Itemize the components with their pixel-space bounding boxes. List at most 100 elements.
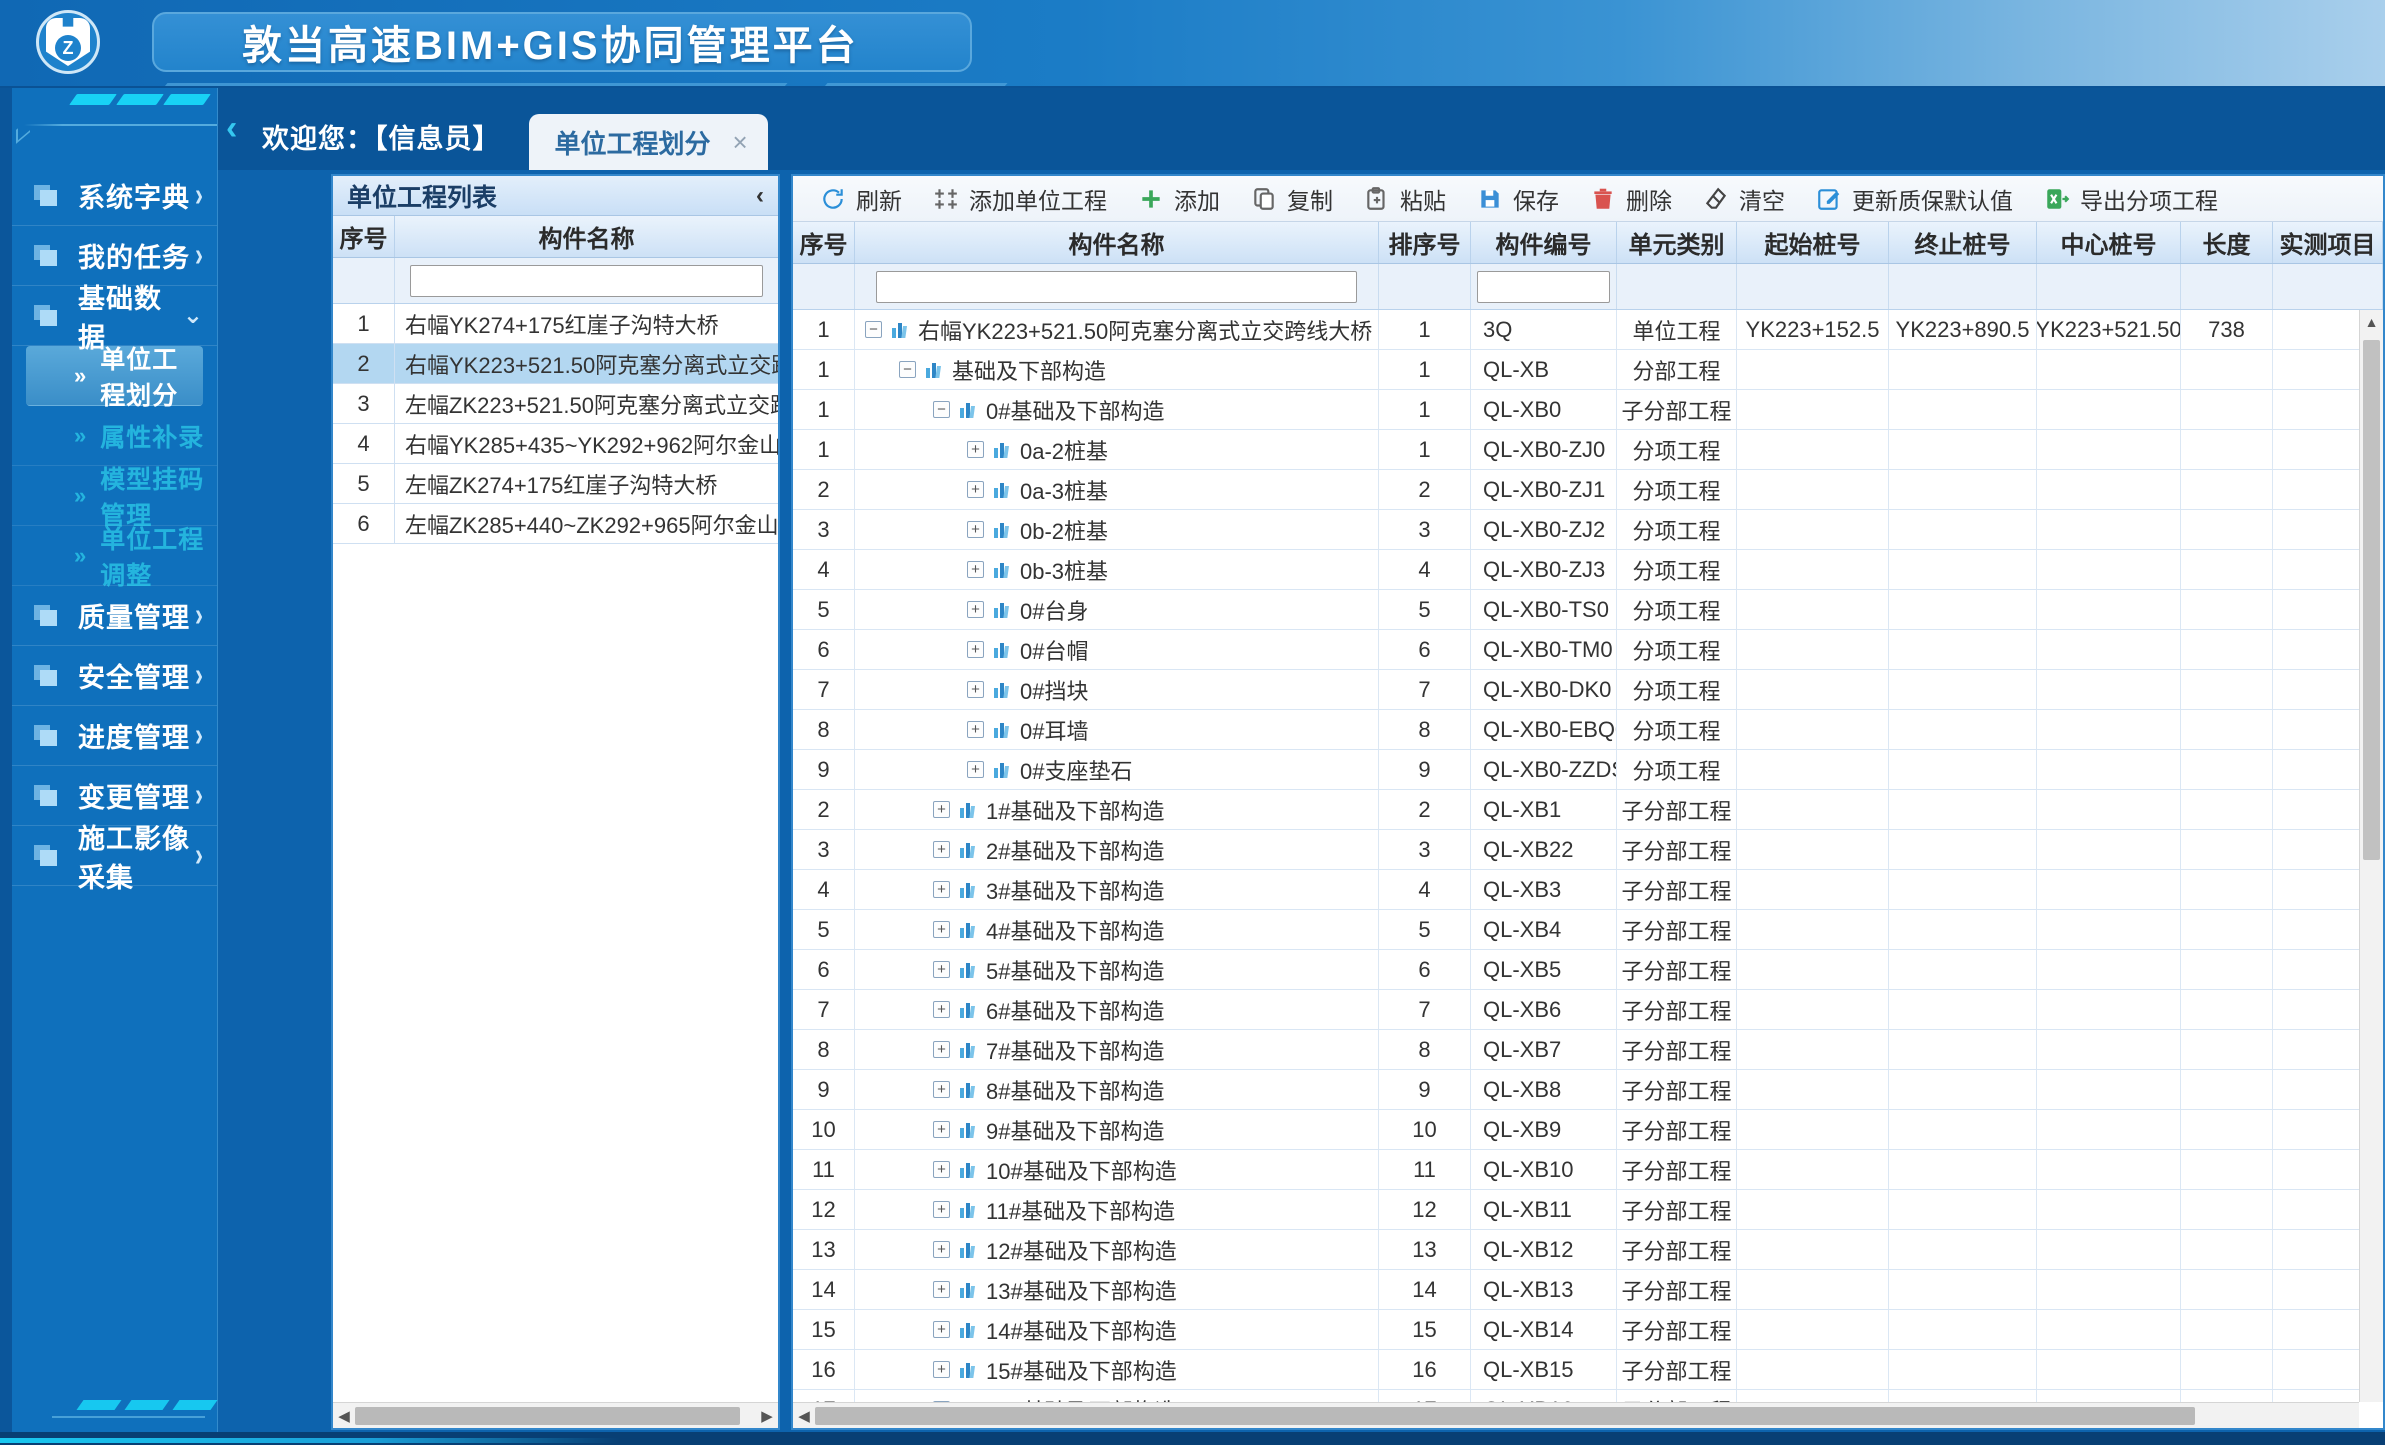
table-row[interactable]: 1−0#基础及下部构造1QL-XB0子分部工程 [793,390,2383,430]
table-row[interactable]: 17+16#基础及下部构造17QL-XB16子分部工程 [793,1390,2383,1402]
table-row[interactable]: 10+9#基础及下部构造10QL-XB9子分部工程 [793,1110,2383,1150]
expand-node-icon[interactable]: + [933,1081,950,1098]
table-row[interactable]: 9+8#基础及下部构造9QL-XB8子分部工程 [793,1070,2383,1110]
scroll-up-icon[interactable]: ▲ [2360,310,2383,334]
table-row[interactable]: 16+15#基础及下部构造16QL-XB15子分部工程 [793,1350,2383,1390]
expand-node-icon[interactable]: + [933,921,950,938]
panel-collapse-icon[interactable]: ‹ [756,182,764,210]
unit-list-row[interactable]: 5左幅ZK274+175红崖子沟特大桥 [333,464,778,504]
tab-unit-division[interactable]: 单位工程划分 × [529,114,768,170]
table-row[interactable]: 1−右幅YK223+521.50阿克塞分离式立交跨线大桥13Q单位工程YK223… [793,310,2383,350]
table-row[interactable]: 14+13#基础及下部构造14QL-XB13子分部工程 [793,1270,2383,1310]
unit-row-num: 6 [333,504,395,543]
unit-list-filter-input[interactable] [410,265,762,297]
sidebar-item-安全管理[interactable]: 安全管理› [12,646,217,706]
expand-node-icon[interactable]: + [933,1121,950,1138]
expand-node-icon[interactable]: + [967,481,984,498]
toolbar-button-保存[interactable]: 保存 [1464,178,1571,220]
scrollbar-thumb[interactable] [355,1407,740,1425]
table-row[interactable]: 8+7#基础及下部构造8QL-XB7子分部工程 [793,1030,2383,1070]
expand-node-icon[interactable]: + [967,561,984,578]
table-row[interactable]: 5+4#基础及下部构造5QL-XB4子分部工程 [793,910,2383,950]
sidebar-item-质量管理[interactable]: 质量管理› [12,586,217,646]
table-vscrollbar[interactable]: ▲ [2359,310,2383,1402]
expand-node-icon[interactable]: + [933,841,950,858]
table-row[interactable]: 9+0#支座垫石9QL-XB0-ZZDS0分项工程 [793,750,2383,790]
expand-node-icon[interactable]: + [967,521,984,538]
table-row[interactable]: 15+14#基础及下部构造15QL-XB14子分部工程 [793,1310,2383,1350]
toolbar-button-刷新[interactable]: 刷新 [807,178,914,220]
tab-close-icon[interactable]: × [733,127,748,158]
unit-list-row[interactable]: 3左幅ZK223+521.50阿克塞分离式立交跨线大桥 [333,384,778,424]
table-row[interactable]: 1+0a-2桩基1QL-XB0-ZJ0分项工程 [793,430,2383,470]
expand-node-icon[interactable]: + [933,1161,950,1178]
expand-node-icon[interactable]: + [933,1321,950,1338]
table-row[interactable]: 7+6#基础及下部构造7QL-XB6子分部工程 [793,990,2383,1030]
sidebar-subitem-属性补录[interactable]: »属性补录 [12,406,217,466]
table-row[interactable]: 2+1#基础及下部构造2QL-XB1子分部工程 [793,790,2383,830]
expand-node-icon[interactable]: + [933,1001,950,1018]
table-row[interactable]: 13+12#基础及下部构造13QL-XB12子分部工程 [793,1230,2383,1270]
toolbar-button-删除[interactable]: 删除 [1577,178,1684,220]
expand-node-icon[interactable]: + [933,801,950,818]
table-row[interactable]: 3+0b-2桩基3QL-XB0-ZJ2分项工程 [793,510,2383,550]
expand-node-icon[interactable]: + [967,681,984,698]
table-row[interactable]: 6+5#基础及下部构造6QL-XB5子分部工程 [793,950,2383,990]
table-row[interactable]: 12+11#基础及下部构造12QL-XB11子分部工程 [793,1190,2383,1230]
table-row[interactable]: 1−基础及下部构造1QL-XB分部工程 [793,350,2383,390]
toolbar-button-复制[interactable]: 复制 [1238,178,1345,220]
toolbar-button-粘贴[interactable]: 粘贴 [1351,178,1458,220]
scroll-left-icon[interactable]: ◀ [793,1407,815,1425]
expand-node-icon[interactable]: + [933,1361,950,1378]
table-row[interactable]: 3+2#基础及下部构造3QL-XB22子分部工程 [793,830,2383,870]
unit-list-row[interactable]: 1右幅YK274+175红崖子沟特大桥 [333,304,778,344]
sidebar-item-系统字典[interactable]: 系统字典› [12,166,217,226]
expand-node-icon[interactable]: + [967,441,984,458]
sidebar-subitem-模型挂码管理[interactable]: »模型挂码管理 [12,466,217,526]
cell-order: 1 [1379,390,1471,429]
sidebar-subitem-单位工程划分[interactable]: »单位工程划分 [26,346,203,406]
expand-node-icon[interactable]: + [933,1201,950,1218]
sidebar-item-进度管理[interactable]: 进度管理› [12,706,217,766]
expand-node-icon[interactable]: + [967,761,984,778]
table-row[interactable]: 6+0#台帽6QL-XB0-TM0分项工程 [793,630,2383,670]
collapse-node-icon[interactable]: − [865,321,882,338]
toolbar-button-导出分项工程[interactable]: 导出分项工程 [2031,178,2230,220]
expand-node-icon[interactable]: + [967,641,984,658]
table-row[interactable]: 4+0b-3桩基4QL-XB0-ZJ3分项工程 [793,550,2383,590]
expand-node-icon[interactable]: + [933,1041,950,1058]
scroll-left-icon[interactable]: ◀ [333,1407,355,1425]
toolbar-button-清空[interactable]: 清空 [1690,178,1797,220]
expand-node-icon[interactable]: + [933,1241,950,1258]
table-row[interactable]: 5+0#台身5QL-XB0-TS0分项工程 [793,590,2383,630]
table-row[interactable]: 8+0#耳墙8QL-XB0-EBQ0分项工程 [793,710,2383,750]
expand-node-icon[interactable]: + [933,1281,950,1298]
name-filter-input[interactable] [876,271,1357,303]
tabs-back-icon[interactable]: ‹ [226,109,237,148]
unit-list-row[interactable]: 2右幅YK223+521.50阿克塞分离式立交跨线大桥 [333,344,778,384]
expand-node-icon[interactable]: + [967,721,984,738]
unit-list-hscrollbar[interactable]: ◀ ▶ [333,1402,778,1428]
toolbar-button-更新质保默认值[interactable]: 更新质保默认值 [1803,178,2025,220]
table-hscrollbar[interactable]: ◀ [793,1402,2359,1428]
code-filter-input[interactable] [1477,271,1610,303]
sidebar-subitem-单位工程调整[interactable]: »单位工程调整 [12,526,217,586]
unit-list-row[interactable]: 4右幅YK285+435~YK292+962阿尔金山特长隧道 [333,424,778,464]
collapse-node-icon[interactable]: − [899,361,916,378]
table-row[interactable]: 11+10#基础及下部构造11QL-XB10子分部工程 [793,1150,2383,1190]
scrollbar-thumb[interactable] [815,1407,2195,1425]
toolbar-button-添加[interactable]: 添加 [1125,178,1232,220]
expand-node-icon[interactable]: + [933,881,950,898]
sidebar-item-基础数据[interactable]: 基础数据⌄ [12,286,217,346]
toolbar-button-添加单位工程[interactable]: 添加单位工程 [920,178,1119,220]
expand-node-icon[interactable]: + [933,961,950,978]
table-row[interactable]: 2+0a-3桩基2QL-XB0-ZJ1分项工程 [793,470,2383,510]
scrollbar-thumb[interactable] [2363,340,2380,860]
collapse-node-icon[interactable]: − [933,401,950,418]
scroll-right-icon[interactable]: ▶ [756,1407,778,1425]
expand-node-icon[interactable]: + [967,601,984,618]
table-row[interactable]: 7+0#挡块7QL-XB0-DK0分项工程 [793,670,2383,710]
unit-list-row[interactable]: 6左幅ZK285+440~ZK292+965阿尔金山特长隧道 [333,504,778,544]
table-row[interactable]: 4+3#基础及下部构造4QL-XB3子分部工程 [793,870,2383,910]
sidebar-item-施工影像采集[interactable]: 施工影像采集› [12,826,217,886]
